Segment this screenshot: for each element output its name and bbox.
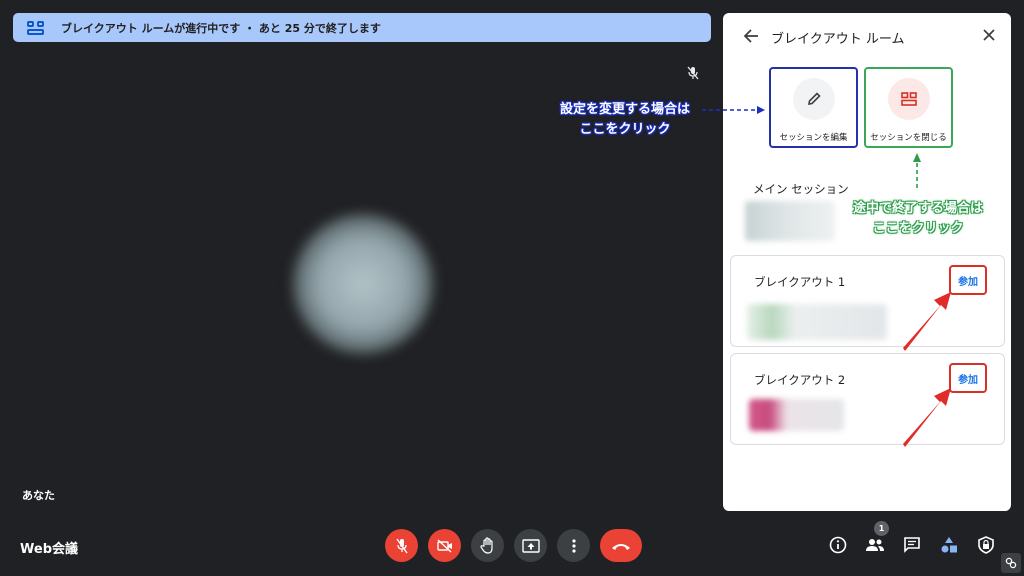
breakout-rooms-panel: ブレイクアウト ルーム セッションを編集 セッションを閉じる メイン セッション… <box>723 13 1011 511</box>
present-screen-button[interactable] <box>514 529 547 562</box>
edit-session-annotation: 設定を変更する場合は ここをクリック <box>549 100 701 140</box>
present-icon <box>521 538 540 553</box>
people-icon <box>866 539 884 551</box>
camera-toggle-button[interactable] <box>428 529 461 562</box>
breakout-rooms-icon <box>27 20 45 35</box>
close-icon-circle <box>887 78 930 120</box>
close-icon[interactable] <box>982 28 996 42</box>
more-options-button[interactable] <box>557 529 590 562</box>
self-tile-label: あなた <box>22 489 55 502</box>
annotation-line: ここをクリック <box>872 221 964 236</box>
edit-session-label: セッションを編集 <box>779 133 848 143</box>
call-controls <box>385 529 642 562</box>
hang-up-icon <box>612 543 630 550</box>
close-session-label: セッションを閉じる <box>870 133 947 143</box>
meeting-details-button[interactable] <box>826 533 850 557</box>
camera-off-icon <box>436 538 452 553</box>
room-participant-blurred <box>749 399 844 431</box>
annotation-line: ここをクリック <box>579 122 671 137</box>
edit-session-button[interactable]: セッションを編集 <box>769 67 858 148</box>
raise-hand-button[interactable] <box>471 529 504 562</box>
breakout-room-card: ブレイクアウト 2 参加 <box>730 353 1005 445</box>
mic-off-icon <box>687 66 699 80</box>
main-session-participant-blurred <box>745 201 835 241</box>
close-session-button[interactable]: セッションを閉じる <box>864 67 953 148</box>
back-arrow-icon[interactable] <box>743 28 759 44</box>
activities-button[interactable] <box>937 533 961 557</box>
leave-call-button[interactable] <box>600 529 642 562</box>
shield-lock-icon <box>978 536 994 554</box>
breakout-room-card: ブレイクアウト 1 参加 <box>730 255 1005 347</box>
mic-off-icon <box>395 538 408 553</box>
corner-widget-button[interactable] <box>1001 553 1021 573</box>
breakout-status-banner: ブレイクアウト ルームが進行中です ・ あと 25 分で終了します <box>13 13 711 42</box>
mic-toggle-button[interactable] <box>385 529 418 562</box>
room-name: ブレイクアウト 2 <box>754 373 846 387</box>
host-controls-button[interactable] <box>974 533 998 557</box>
join-room-button[interactable]: 参加 <box>949 265 987 295</box>
people-button[interactable]: 1 <box>863 521 889 557</box>
close-session-annotation: 途中で終了する場合は ここをクリック <box>838 199 998 239</box>
join-room-button[interactable]: 参加 <box>949 363 987 393</box>
annotation-line: 途中で終了する場合は <box>852 201 983 216</box>
annotation-line: 設定を変更する場合は <box>559 102 690 117</box>
panel-header: ブレイクアウト ルーム <box>723 23 1011 49</box>
room-name: ブレイクアウト 1 <box>754 275 846 289</box>
main-session-title: メイン セッション <box>753 182 849 196</box>
room-participant-blurred <box>747 304 887 340</box>
hand-icon <box>479 536 493 554</box>
banner-text: ブレイクアウト ルームが進行中です ・ あと 25 分で終了します <box>61 21 381 35</box>
meeting-name: Web会議 <box>20 542 78 557</box>
chat-button[interactable] <box>900 533 924 557</box>
panel-title: ブレイクアウト ルーム <box>771 32 905 47</box>
edit-icon-circle <box>792 78 835 120</box>
side-controls: 1 <box>826 521 998 557</box>
more-vert-icon <box>571 538 576 553</box>
pencil-icon <box>807 92 821 105</box>
participant-video-blurred <box>293 214 433 354</box>
breakout-rooms-icon <box>900 92 917 106</box>
link-icon <box>1005 557 1017 569</box>
info-icon <box>829 536 847 554</box>
activities-icon <box>941 537 957 553</box>
chat-icon <box>904 537 920 553</box>
participants-count-badge: 1 <box>874 521 889 536</box>
